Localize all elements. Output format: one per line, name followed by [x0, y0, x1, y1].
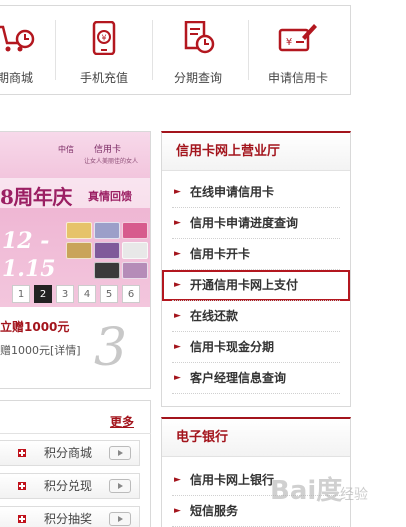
card-image	[122, 242, 148, 259]
shortcut-installment-query[interactable]: 分期查询	[162, 6, 234, 94]
divider	[55, 20, 56, 80]
card-image	[66, 222, 92, 239]
hall-item-activate-card[interactable]: ► 信用卡开卡	[162, 239, 350, 270]
hall-item-label: 在线申请信用卡	[190, 185, 275, 199]
top-shortcut-bar: 期商城 ¥ 手机充值 分期查询 ¥ 申请信用卡	[0, 5, 351, 95]
hall-item-apply-online[interactable]: ► 在线申请信用卡	[162, 177, 350, 208]
promo-number: 3	[94, 318, 128, 378]
document-clock-icon	[184, 21, 215, 54]
points-item-lottery[interactable]: 积分抽奖	[0, 506, 140, 527]
shortcut-label: 申请信用卡	[267, 71, 328, 85]
divider	[0, 433, 151, 434]
card-image	[122, 262, 148, 279]
baidu-watermark-sub: 经验	[340, 487, 368, 503]
hall-item-manager-query[interactable]: ► 客户经理信息查询	[162, 363, 350, 394]
promo-title[interactable]: 立赠1000元	[0, 318, 69, 335]
shortcut-phone-recharge[interactable]: ¥ 手机充值	[68, 6, 140, 94]
arrow-icon: ►	[174, 475, 181, 485]
hall-item-progress-query[interactable]: ► 信用卡申请进度查询	[162, 208, 350, 239]
hall-item-online-repayment[interactable]: ► 在线还款	[162, 301, 350, 332]
shortcut-apply-card[interactable]: ¥ 申请信用卡	[258, 6, 338, 94]
brand-bank: 中信	[58, 145, 74, 154]
banner-pager: 123456	[12, 285, 144, 303]
arrow-icon: ►	[174, 506, 181, 516]
pager-item[interactable]: 1	[12, 285, 30, 303]
svg-text:¥: ¥	[101, 34, 106, 43]
shopping-clock-icon	[0, 25, 35, 52]
hall-item-label: 信用卡现金分期	[190, 340, 275, 354]
card-image	[66, 242, 92, 259]
panel-title: 电子银行	[162, 419, 350, 457]
arrow-icon: ►	[174, 342, 181, 352]
hall-item-label: 客户经理信息查询	[190, 371, 287, 385]
pager-item[interactable]: 5	[100, 285, 118, 303]
arrow-icon: ►	[174, 187, 181, 197]
shortcut-installment-mall[interactable]: 期商城	[0, 6, 50, 94]
ebank-item-label: 信用卡网上银行	[190, 473, 275, 487]
hall-item-label: 在线还款	[190, 309, 239, 323]
card-pen-icon: ¥	[278, 24, 317, 52]
shortcut-label: 分期查询	[173, 71, 222, 85]
svg-text:¥: ¥	[286, 37, 292, 48]
arrow-icon: ►	[174, 249, 181, 259]
more-link[interactable]: 更多	[110, 413, 134, 430]
date-line-2: 1.15	[2, 256, 56, 282]
arrow-icon: ►	[174, 311, 181, 321]
play-arrow-button[interactable]	[109, 479, 131, 493]
divider	[152, 20, 153, 80]
anniversary-banner[interactable]: 中信 信用卡 让女人美丽佳的女人 8周年庆 真情回馈 12 - 1.15 123…	[0, 132, 150, 307]
card-image	[94, 262, 120, 279]
card-image	[94, 242, 120, 259]
points-item-label: 积分商城	[44, 446, 93, 460]
baidu-watermark: Bai度	[270, 476, 343, 506]
arrow-icon: ►	[174, 373, 181, 383]
phone-yen-icon: ¥	[92, 21, 116, 55]
pager-item[interactable]: 6	[122, 285, 140, 303]
points-item-label: 积分抽奖	[44, 512, 93, 526]
brand-card: 信用卡	[94, 145, 122, 155]
points-item-mall[interactable]: 积分商城	[0, 440, 140, 466]
business-hall-panel: 信用卡网上营业厅 ► 在线申请信用卡 ► 信用卡申请进度查询 ► 信用卡开卡 ► 开通信…	[161, 131, 351, 407]
hall-item-cash-installment[interactable]: ► 信用卡现金分期	[162, 332, 350, 363]
points-item-label: 积分兑现	[44, 479, 93, 493]
anniversary-title: 8周年庆	[0, 185, 72, 209]
card-images	[66, 222, 150, 279]
pager-item-active[interactable]: 2	[34, 285, 52, 303]
arrow-icon: ►	[174, 280, 181, 290]
points-item-redeem[interactable]: 积分兑现	[0, 473, 140, 499]
brand-slogan: 让女人美丽佳的女人	[84, 158, 139, 165]
anniversary-subtitle: 真情回馈	[88, 190, 132, 203]
hall-item-label: 信用卡开卡	[190, 247, 251, 261]
arrow-icon: ►	[174, 218, 181, 228]
ebank-item-label: 短信服务	[190, 504, 239, 518]
hall-item-enable-online-payment[interactable]: ► 开通信用卡网上支付	[162, 270, 350, 301]
hall-item-label: 开通信用卡网上支付	[190, 278, 299, 292]
card-image	[122, 222, 148, 239]
play-arrow-button[interactable]	[109, 512, 131, 526]
card-image	[94, 222, 120, 239]
pager-item[interactable]: 3	[56, 285, 74, 303]
date-line-1: 12 -	[2, 228, 50, 254]
pager-item[interactable]: 4	[78, 285, 96, 303]
play-arrow-button[interactable]	[109, 446, 131, 460]
divider	[248, 20, 249, 80]
plus-icon	[18, 449, 26, 457]
promo-detail-link[interactable]: 赠1000元[详情]	[0, 342, 81, 358]
hall-item-label: 信用卡申请进度查询	[190, 216, 299, 230]
plus-icon	[18, 482, 26, 490]
plus-icon	[18, 515, 26, 523]
shortcut-label: 期商城	[0, 71, 33, 85]
panel-title: 信用卡网上营业厅	[162, 133, 350, 171]
business-hall-list: ► 在线申请信用卡 ► 信用卡申请进度查询 ► 信用卡开卡 ► 开通信用卡网上支付 ► 在…	[162, 171, 350, 394]
shortcut-label: 手机充值	[79, 71, 128, 85]
